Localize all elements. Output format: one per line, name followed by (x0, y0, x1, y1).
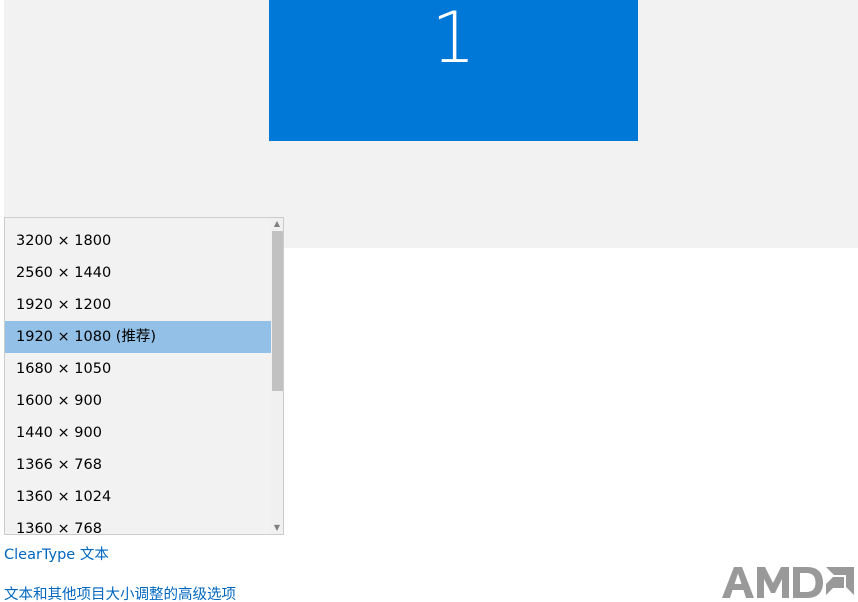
resolution-option[interactable]: 3200 × 1800 (5, 225, 271, 257)
chevron-down-icon[interactable]: ▼ (271, 522, 283, 534)
resolution-option[interactable]: 1600 × 900 (5, 385, 271, 417)
amd-logo (722, 567, 854, 598)
cleartype-text-link[interactable]: ClearType 文本 (4, 543, 109, 564)
display-settings-page: 1 3200 × 1800 2560 × 1440 1920 × 1200 19… (0, 0, 858, 602)
advanced-sizing-link[interactable]: 文本和其他项目大小调整的高级选项 (4, 583, 236, 602)
chevron-up-icon[interactable]: ▲ (271, 218, 283, 230)
resolution-option-list: 3200 × 1800 2560 × 1440 1920 × 1200 1920… (5, 225, 271, 534)
resolution-option[interactable]: 1366 × 768 (5, 449, 271, 481)
resolution-dropdown-list[interactable]: 3200 × 1800 2560 × 1440 1920 × 1200 1920… (4, 217, 284, 535)
resolution-option[interactable]: 1360 × 1024 (5, 481, 271, 513)
resolution-option-selected[interactable]: 1920 × 1080 (推荐) (5, 321, 271, 353)
scrollbar-thumb[interactable] (272, 231, 283, 391)
display-arrangement-area: 1 (4, 0, 858, 248)
dropdown-scrollbar[interactable]: ▲ ▼ (271, 218, 283, 534)
resolution-option[interactable]: 1680 × 1050 (5, 353, 271, 385)
resolution-option[interactable]: 1360 × 768 (5, 513, 271, 534)
resolution-option[interactable]: 2560 × 1440 (5, 257, 271, 289)
resolution-option[interactable]: 1920 × 1200 (5, 289, 271, 321)
resolution-option[interactable]: 1440 × 900 (5, 417, 271, 449)
monitor-number: 1 (431, 0, 476, 79)
monitor-tile-1[interactable]: 1 (269, 0, 638, 141)
